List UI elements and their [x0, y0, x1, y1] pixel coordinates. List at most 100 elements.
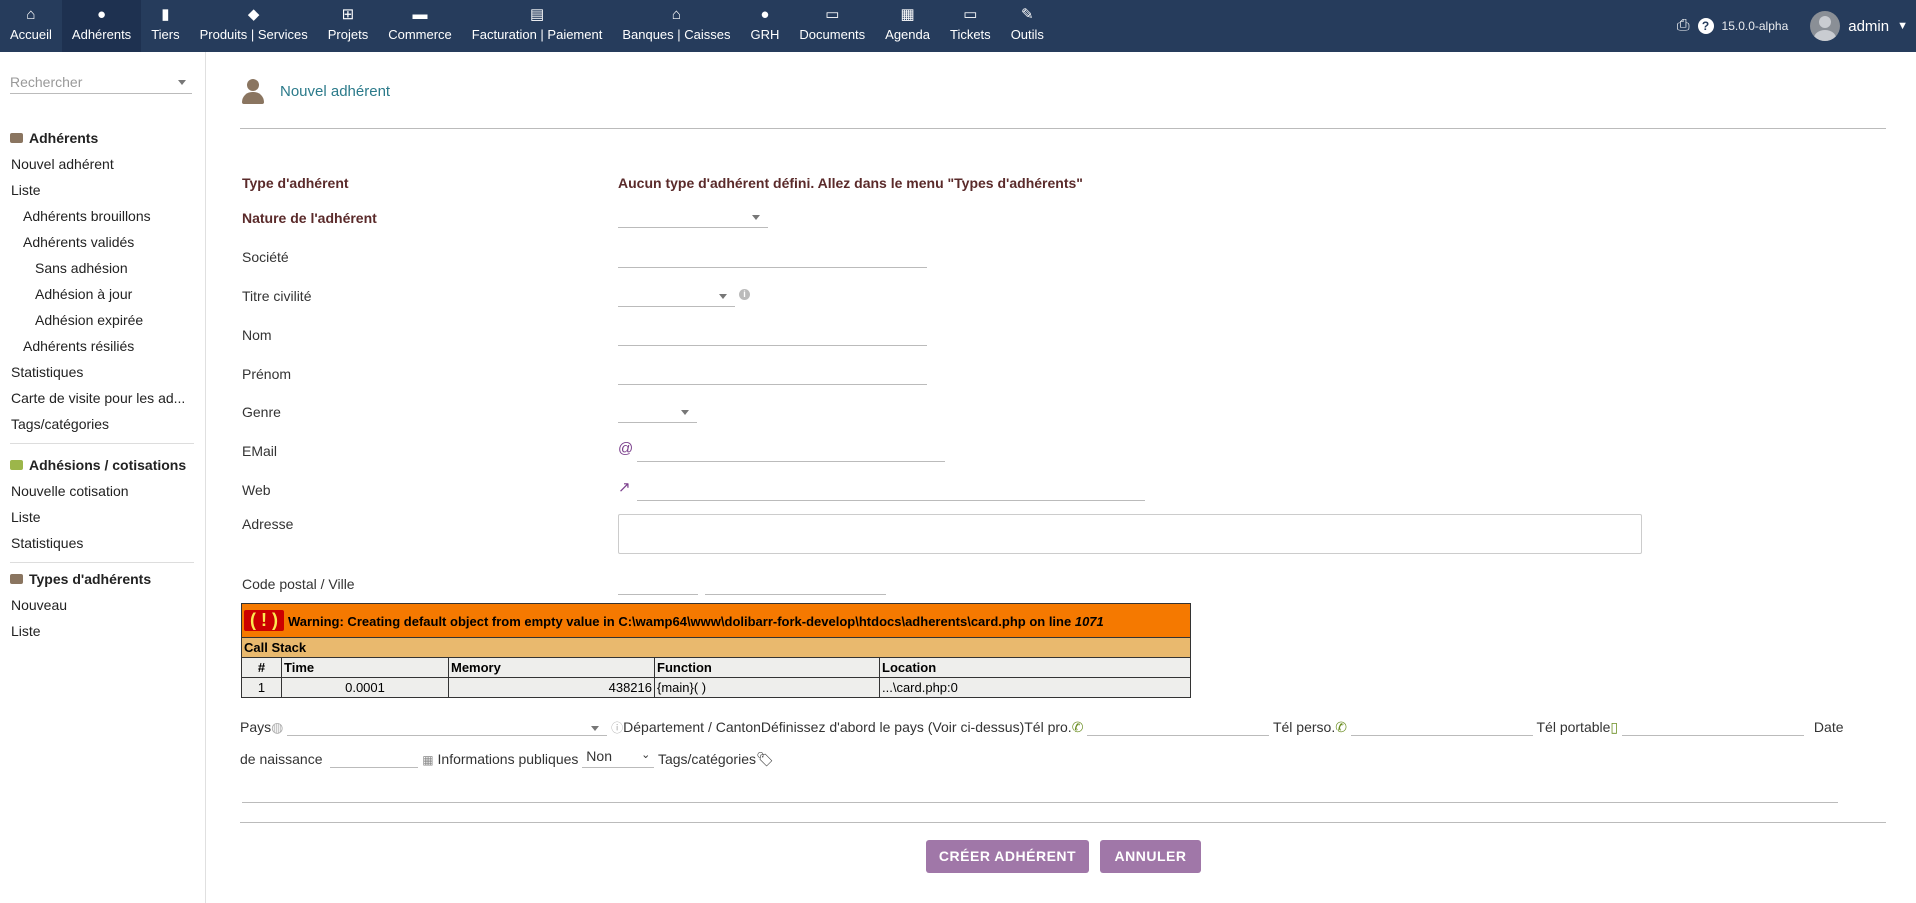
avatar[interactable]	[1810, 11, 1841, 41]
main-menu: ⌂ Accueil ● Adhérents ▮ Tiers ◆ Produits | Serv…	[0, 0, 1054, 52]
sidebar-section: Types d'adhérents Nouveau Liste	[0, 566, 206, 644]
sidebar-item[interactable]: Nouvelle cotisation	[0, 478, 206, 504]
phone-icon: ✆	[1071, 719, 1084, 735]
menu-label: Commerce	[388, 27, 452, 42]
sidebar-item[interactable]: Adhésion expirée	[0, 307, 206, 333]
nom-input[interactable]	[618, 324, 927, 346]
warning-message: Warning: Creating default object from em…	[287, 614, 1072, 629]
label-departement: Département / Canton	[623, 719, 761, 735]
menu-item-documents[interactable]: ▭ Documents	[789, 0, 875, 52]
divider	[240, 822, 1886, 823]
php-warning-table: ( ! ) Warning: Creating default object fr…	[241, 603, 1191, 698]
sidebar-item[interactable]: Adhérents brouillons	[0, 203, 206, 229]
sidebar-item[interactable]: Nouvel adhérent	[0, 151, 206, 177]
help-icon[interactable]: ?	[1697, 18, 1714, 34]
pays-select[interactable]	[287, 718, 608, 736]
cell-memory: 438216	[448, 677, 655, 698]
label-pays: Pays	[240, 719, 272, 735]
top-navbar: ⌂ Accueil ● Adhérents ▮ Tiers ◆ Produits | Serv…	[0, 0, 1916, 52]
menu-item-tickets[interactable]: ▭ Tickets	[940, 0, 1001, 52]
phone-icon: ✆	[1335, 719, 1347, 735]
menu-item-banques-caisses[interactable]: ⌂ Banques | Caisses	[612, 0, 740, 52]
menu-item-facturation-paiement[interactable]: ▤ Facturation | Paiement	[462, 0, 613, 52]
sidebar-item[interactable]: Sans adhésion	[0, 255, 206, 281]
menu-item-tiers[interactable]: ▮ Tiers	[141, 0, 189, 52]
search-input[interactable]: Rechercher	[10, 74, 192, 94]
menu-label: Adhérents	[71, 27, 132, 42]
inline-row-2: de naissance ▦ Informations publiques No…	[240, 748, 774, 768]
chevron-down-icon	[719, 294, 727, 299]
divider	[240, 128, 1886, 129]
menu-label: Projets	[327, 27, 369, 42]
menu-item-produits-services[interactable]: ◆ Produits | Services	[190, 0, 318, 52]
info-icon: i	[739, 289, 750, 300]
calendar-icon[interactable]: ▦	[422, 753, 433, 767]
adresse-textarea[interactable]	[618, 514, 1642, 554]
divider	[10, 562, 194, 563]
label-nom: Nom	[242, 327, 272, 343]
sidebar-section-label: Adhérents	[29, 130, 99, 146]
sidebar-item[interactable]: Adhérents résiliés	[0, 333, 206, 359]
label-web: Web	[242, 482, 271, 498]
cell-location: ...\card.php:0	[879, 677, 1191, 698]
label-naissance: de naissance	[240, 751, 323, 767]
col-time: Time	[281, 657, 449, 678]
print-icon[interactable]: ⎙	[1677, 17, 1690, 35]
menu-label: Tiers	[151, 27, 180, 42]
cancel-button[interactable]: ANNULER	[1100, 840, 1201, 873]
sidebar-section-title[interactable]: Types d'adhérents	[0, 566, 206, 592]
zip-input[interactable]	[618, 573, 698, 595]
chevron-down-icon[interactable]: ▼	[1897, 20, 1908, 32]
sidebar-item[interactable]: Adhérents validés	[0, 229, 206, 255]
sidebar-item[interactable]: Carte de visite pour les ad...	[0, 385, 206, 411]
chevron-down-icon	[752, 215, 760, 220]
public-value: Non	[586, 748, 612, 764]
sidebar-section-title[interactable]: Adhérents	[0, 125, 206, 151]
search-placeholder: Rechercher	[10, 74, 83, 90]
web-input[interactable]	[637, 479, 1145, 501]
tel-perso-input[interactable]	[1350, 718, 1533, 736]
building-icon: ▮	[161, 6, 170, 23]
cell-function: {main}( )	[654, 677, 880, 698]
label-prenom: Prénom	[242, 366, 292, 382]
sidebar-item[interactable]: Statistiques	[0, 359, 206, 385]
sidebar-section-title[interactable]: Adhésions / cotisations	[0, 452, 206, 478]
cube-icon: ◆	[247, 6, 260, 23]
tel-portable-input[interactable]	[1622, 718, 1805, 736]
sidebar-item[interactable]: Liste	[0, 618, 206, 644]
chevron-down-icon	[591, 726, 600, 731]
nature-select[interactable]	[618, 206, 768, 228]
menu-item-adh-rents[interactable]: ● Adhérents	[61, 0, 142, 52]
external-link-icon: ↗	[618, 479, 631, 496]
create-member-button[interactable]: CRÉER ADHÉRENT	[926, 840, 1089, 873]
menu-item-grh[interactable]: ● GRH	[741, 0, 790, 52]
sidebar-item[interactable]: Adhésion à jour	[0, 281, 206, 307]
tags-input[interactable]	[242, 779, 1838, 803]
sidebar-item[interactable]: Liste	[0, 177, 206, 203]
societe-input[interactable]	[618, 246, 927, 268]
label-societe: Société	[242, 249, 289, 265]
sidebar-item[interactable]: Nouveau	[0, 592, 206, 618]
menu-item-agenda[interactable]: ▦ Agenda	[875, 0, 940, 52]
user-tie-icon: ●	[760, 6, 770, 23]
civilite-select[interactable]	[618, 285, 735, 307]
birth-date-input[interactable]	[330, 748, 419, 768]
version-label: 15.0.0-alpha	[1721, 19, 1789, 33]
page-header: Nouvel adhérent	[240, 78, 390, 104]
menu-item-commerce[interactable]: ▬ Commerce	[378, 0, 462, 52]
menu-item-outils[interactable]: ✎ Outils	[1001, 0, 1054, 52]
sidebar-item[interactable]: Liste	[0, 504, 206, 530]
user-name[interactable]: admin	[1848, 18, 1889, 35]
menu-item-accueil[interactable]: ⌂ Accueil	[0, 0, 62, 52]
sitemap-icon: ⊞	[341, 6, 355, 23]
public-select[interactable]: Non ⌄	[582, 748, 655, 768]
tel-pro-input[interactable]	[1087, 718, 1270, 736]
sidebar-item[interactable]: Statistiques	[0, 530, 206, 556]
genre-select[interactable]	[618, 401, 697, 423]
menu-item-projets[interactable]: ⊞ Projets	[318, 0, 378, 52]
email-input[interactable]	[637, 440, 945, 462]
chevron-down-icon[interactable]	[178, 80, 186, 85]
sidebar-item[interactable]: Tags/catégories	[0, 411, 206, 437]
town-input[interactable]	[705, 573, 886, 595]
prenom-input[interactable]	[618, 363, 927, 385]
